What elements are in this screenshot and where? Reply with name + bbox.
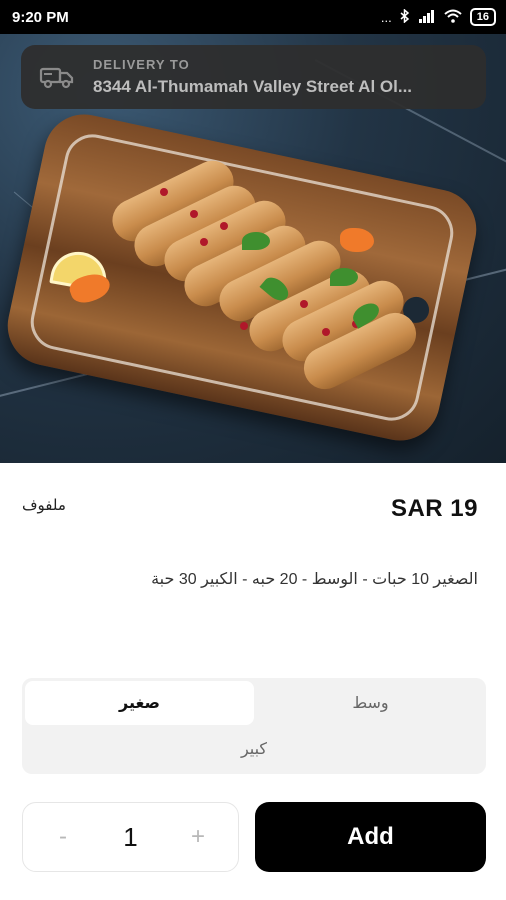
status-bar: 9:20 PM ... 16 (0, 0, 506, 34)
status-icons: ... 16 (380, 7, 496, 26)
product-price: SAR 19 (390, 495, 478, 522)
status-time: 9:20 PM (12, 8, 69, 26)
delivery-address: 8344 Al-Thumamah Valley Street Al Ol... (93, 77, 413, 96)
size-option-medium[interactable]: وسط (258, 681, 483, 725)
increment-button[interactable]: + (186, 823, 210, 851)
quantity-stepper: - 1 + (22, 802, 239, 872)
battery-indicator: 16 (469, 8, 496, 26)
size-selector: وسط صغير كبير (22, 678, 486, 774)
size-option-small[interactable]: صغير (25, 681, 254, 725)
delivery-label: DELIVERY TO (93, 57, 190, 72)
bluetooth-icon (400, 7, 410, 26)
quantity-value: 1 (123, 821, 138, 852)
size-option-large[interactable]: كبير (25, 727, 483, 771)
cell-signal-icon (418, 9, 436, 26)
delivery-address-banner[interactable]: DELIVERY TO 8344 Al-Thumamah Valley Stre… (21, 45, 486, 109)
decrement-button[interactable]: - (51, 823, 75, 851)
delivery-truck-icon (21, 64, 93, 90)
wifi-icon (444, 9, 462, 26)
notification-dots: ... (380, 9, 392, 25)
product-details: ملفوف SAR 19 الصغير 10 حبات - الوسط - 20… (0, 463, 506, 900)
product-name: ملفوف (22, 497, 66, 514)
add-to-cart-button[interactable]: Add (255, 802, 486, 872)
product-description: الصغير 10 حبات - الوسط - 20 حبه - الكبير… (151, 571, 478, 588)
